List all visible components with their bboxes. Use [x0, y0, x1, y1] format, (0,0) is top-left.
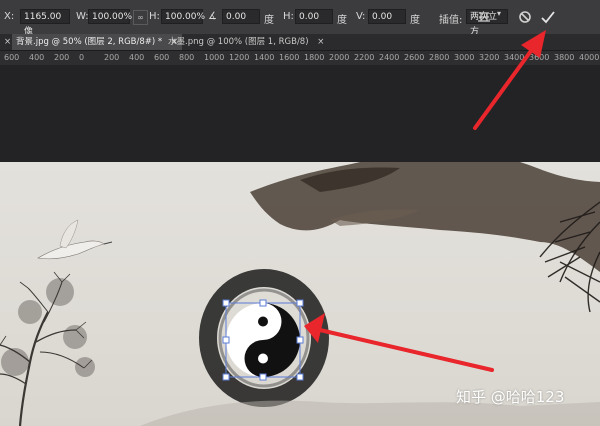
ruler-tick: 2000 [329, 53, 350, 62]
ruler-tick: 3400 [504, 53, 525, 62]
ruler-tick: 1200 [229, 53, 250, 62]
horizontal-skew-field[interactable]: 0.00 [295, 9, 333, 24]
ruler-tick: 800 [179, 53, 195, 62]
ruler-tick: 600 [4, 53, 20, 62]
ruler-tick: 200 [54, 53, 70, 62]
commit-transform-icon[interactable] [540, 9, 556, 25]
document-tabs: × 背景.jpg @ 50% (图层 2, RGB/8#) * × 水墨.png… [0, 34, 600, 50]
ruler-tick: 1000 [204, 53, 225, 62]
ruler-tick: 2400 [379, 53, 400, 62]
close-icon[interactable]: × [317, 37, 324, 47]
w-label: W: [76, 11, 89, 22]
vertical-skew-field[interactable]: 0.00 [368, 9, 406, 24]
rotation-angle-field[interactable]: 0.00 [222, 9, 260, 24]
width-percent-field[interactable]: 100.00% [88, 9, 132, 24]
tab-label: 水墨.png @ 100% (图层 1, RGB/8) [168, 37, 309, 47]
h-label: H: [149, 11, 160, 22]
ruler-tick: 2800 [429, 53, 450, 62]
options-bar: X: 1165.00 像 W: 100.00% ∞ H: 100.00% ∡ 0… [0, 0, 600, 37]
yin-yang-symbol [226, 303, 300, 377]
ruler-tick: 400 [129, 53, 145, 62]
ruler-tick: 1800 [304, 53, 325, 62]
x-position-field[interactable]: 1165.00 像 [20, 9, 70, 37]
ruler-tick: 4000 [579, 53, 600, 62]
chevron-down-icon: ▾ [497, 9, 502, 18]
watermark-text: 知乎 @哈哈123 [456, 388, 565, 406]
workspace-pasteboard [0, 65, 600, 162]
ruler-tick: 3000 [454, 53, 475, 62]
ruler-tick: 2200 [354, 53, 375, 62]
interpolation-label: 插值: [439, 15, 463, 26]
tab-label: 背景.jpg @ 50% (图层 2, RGB/8#) * [16, 37, 163, 47]
tab-background-jpg[interactable]: 背景.jpg @ 50% (图层 2, RGB/8#) * × [12, 34, 182, 50]
ruler-tick: 1600 [279, 53, 300, 62]
angle-icon: ∡ [208, 11, 217, 22]
horizontal-ruler[interactable]: 600 400 200 0 200 400 600 800 1000 1200 … [0, 50, 600, 66]
ruler-tick: 600 [154, 53, 170, 62]
warp-icon[interactable] [476, 9, 492, 25]
height-percent-field[interactable]: 100.00% [161, 9, 205, 24]
crane-bird [37, 219, 113, 260]
link-icon[interactable]: ∞ [133, 10, 148, 25]
vskew-unit: 度 [410, 15, 420, 26]
angle-unit: 度 [264, 15, 274, 26]
ruler-tick: 0 [79, 53, 85, 62]
ruler-tick: 2600 [404, 53, 425, 62]
vskew-label: V: [356, 11, 366, 22]
ruler-tick: 3600 [529, 53, 550, 62]
hskew-unit: 度 [337, 15, 347, 26]
ruler-tick: 400 [29, 53, 45, 62]
ruler-tick: 3200 [479, 53, 500, 62]
ink-wash-mountain [250, 162, 600, 272]
ruler-tick: 200 [104, 53, 120, 62]
ruler-tick: 3800 [554, 53, 575, 62]
x-label: X: [4, 11, 15, 22]
tab-ink-png[interactable]: 水墨.png @ 100% (图层 1, RGB/8) × [164, 34, 328, 50]
ruler-tick: 1400 [254, 53, 275, 62]
cancel-transform-icon[interactable] [518, 10, 532, 24]
hskew-label: H: [283, 11, 294, 22]
